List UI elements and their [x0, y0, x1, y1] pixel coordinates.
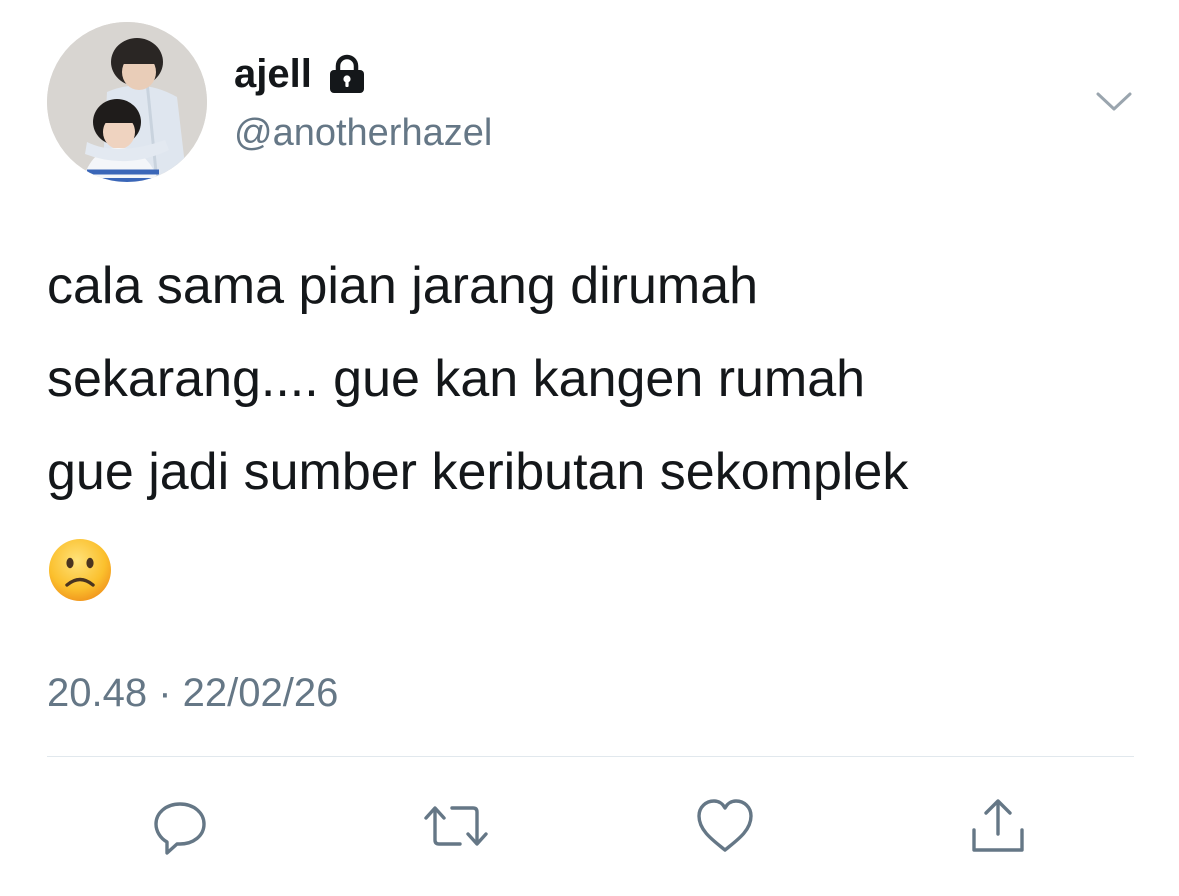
- tweet-emoji-line: [47, 519, 1147, 612]
- tweet-card: ajell @anotherhazel cala sama pian jaran…: [0, 0, 1179, 896]
- share-button[interactable]: [968, 796, 1028, 856]
- bottom-edge: [0, 886, 1179, 896]
- frowning-face-emoji: [47, 537, 113, 603]
- heart-icon: [697, 799, 753, 852]
- reply-icon: [154, 802, 206, 855]
- divider: [47, 756, 1134, 757]
- user-handle[interactable]: @anotherhazel: [234, 108, 492, 158]
- tweet-text-line: gue jadi sumber keributan sekomplek: [47, 443, 909, 501]
- avatar-image: [47, 22, 207, 182]
- reply-button[interactable]: [150, 796, 210, 856]
- tweet-timestamp[interactable]: 20.48 · 22/02/26: [47, 667, 338, 719]
- display-name-text: ajell: [234, 52, 312, 96]
- chevron-down-icon[interactable]: [1094, 88, 1134, 116]
- tweet-text-line: cala sama pian jarang dirumah: [47, 257, 759, 315]
- tweet-text: cala sama pian jarang dirumah sekarang..…: [47, 240, 1147, 612]
- tweet-text-line: sekarang.... gue kan kangen rumah: [47, 350, 866, 408]
- lock-icon: [326, 53, 368, 95]
- retweet-button[interactable]: [420, 796, 488, 856]
- display-name[interactable]: ajell: [234, 48, 368, 100]
- share-icon: [972, 799, 1024, 852]
- like-button[interactable]: [694, 796, 754, 856]
- retweet-icon: [424, 806, 488, 846]
- avatar[interactable]: [47, 22, 207, 182]
